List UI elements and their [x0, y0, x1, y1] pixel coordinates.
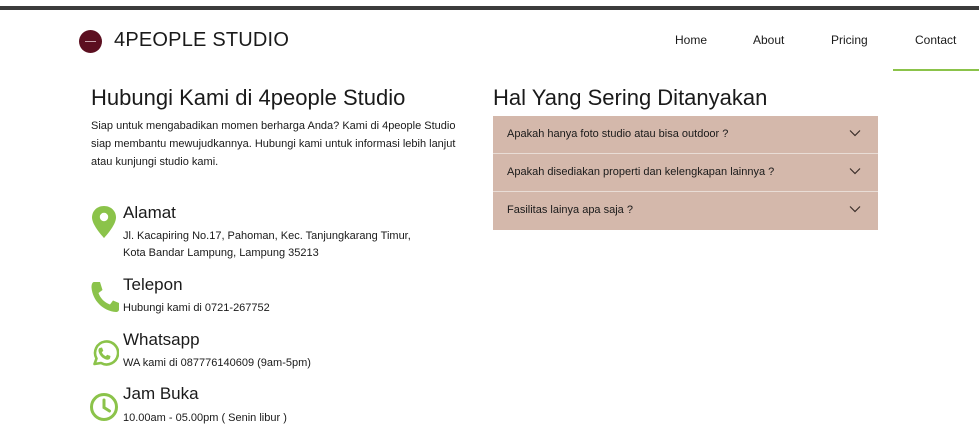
- chevron-down-icon: [849, 168, 861, 175]
- faq-item[interactable]: Fasilitas lainya apa saja ?: [493, 192, 878, 230]
- address-line-1: Jl. Kacapiring No.17, Pahoman, Kec. Tanj…: [123, 230, 411, 242]
- faq-title: Hal Yang Sering Ditanyakan: [493, 85, 768, 110]
- phone-title: Telepon: [123, 275, 183, 294]
- phone-icon: [91, 282, 119, 312]
- faq-question: Fasilitas lainya apa saja ?: [507, 204, 633, 216]
- nav-about[interactable]: About: [753, 33, 784, 47]
- address-line-2: Kota Bandar Lampung, Lampung 35213: [123, 247, 319, 259]
- faq-item[interactable]: Apakah hanya foto studio atau bisa outdo…: [493, 116, 878, 154]
- faq-item[interactable]: Apakah disediakan properti dan kelengkap…: [493, 154, 878, 192]
- faq-accordion: Apakah hanya foto studio atau bisa outdo…: [493, 116, 878, 230]
- whatsapp-icon: [93, 340, 119, 366]
- faq-question: Apakah disediakan properti dan kelengkap…: [507, 166, 775, 178]
- faq-question: Apakah hanya foto studio atau bisa outdo…: [507, 128, 729, 140]
- map-pin-icon: [92, 206, 116, 238]
- address-title: Alamat: [123, 203, 176, 222]
- nav-pricing[interactable]: Pricing: [831, 33, 868, 47]
- nav-contact[interactable]: Contact: [915, 33, 956, 47]
- nav-active-indicator: [893, 69, 979, 71]
- whatsapp-title: Whatsapp: [123, 330, 200, 349]
- phone-text[interactable]: Hubungi kami di 0721-267752: [123, 300, 270, 317]
- hours-title: Jam Buka: [123, 384, 199, 403]
- top-border-bar: [0, 6, 979, 10]
- contact-intro: Siap untuk mengabadikan momen berharga A…: [91, 120, 456, 168]
- hours-text: 10.00am - 05.00pm ( Senin libur ): [123, 412, 287, 424]
- brand-name[interactable]: 4PEOPLE STUDIO: [114, 29, 289, 52]
- nav-home[interactable]: Home: [675, 33, 707, 47]
- whatsapp-text[interactable]: WA kami di 087776140609 (9am-5pm): [123, 355, 311, 372]
- clock-icon: [90, 393, 118, 421]
- chevron-down-icon: [849, 206, 861, 213]
- chevron-down-icon: [849, 130, 861, 137]
- contact-title: Hubungi Kami di 4people Studio: [91, 85, 406, 110]
- studio-logo[interactable]: [79, 30, 102, 53]
